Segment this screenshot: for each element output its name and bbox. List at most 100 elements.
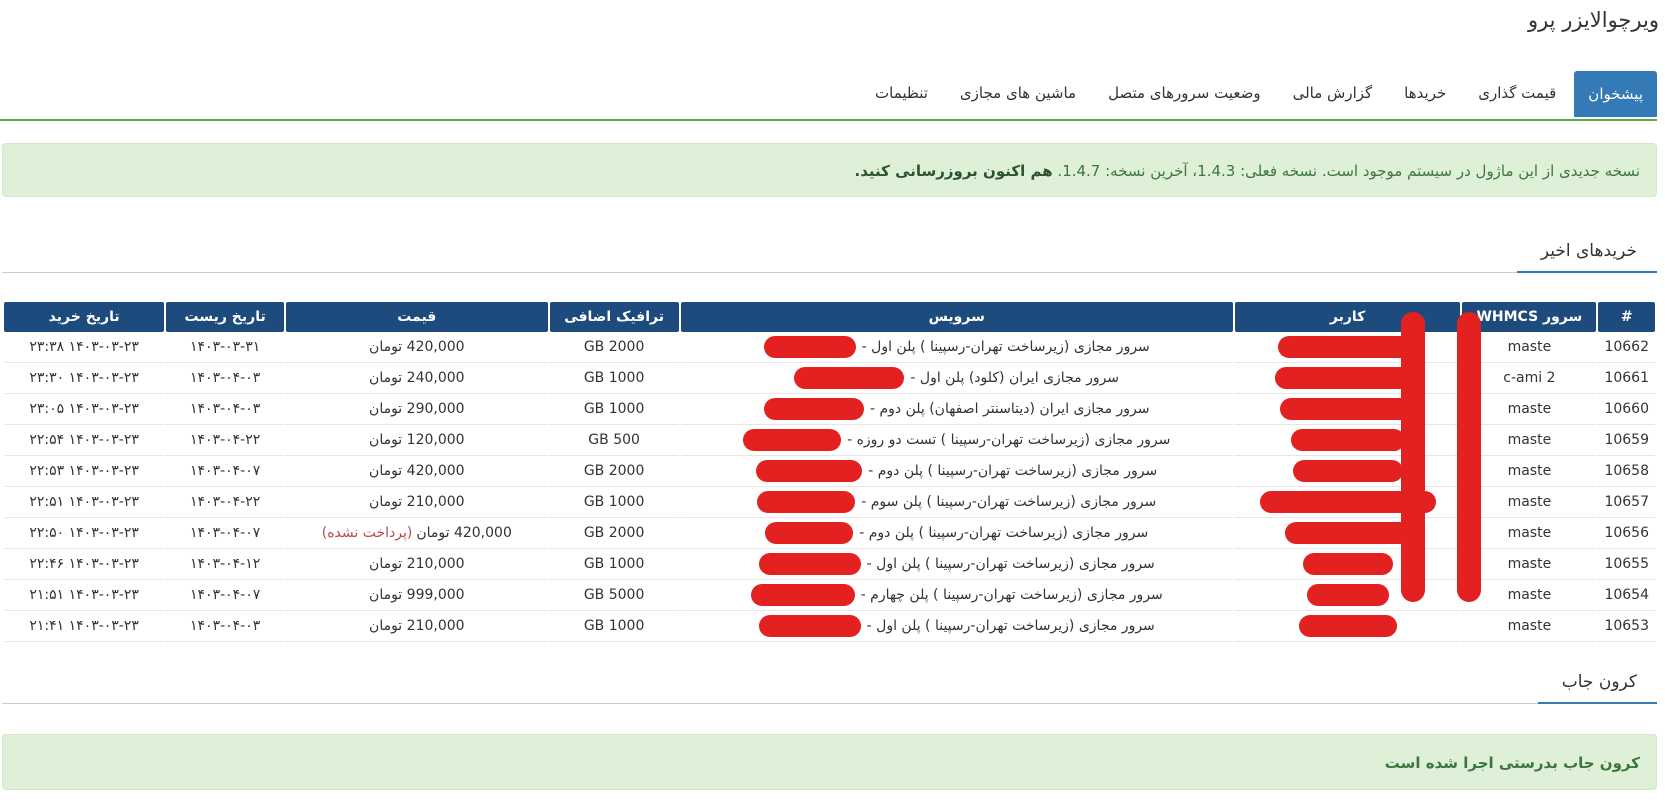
cell-reset-date: ۱۴۰۳-۰۴-۱۲	[166, 549, 284, 580]
cell-reset-date: ۱۴۰۳-۰۴-۰۳	[166, 394, 284, 425]
cell-id: 10654	[1598, 580, 1655, 611]
redacted-hostname	[758, 553, 861, 575]
price-value: 999,000 تومان	[369, 587, 465, 603]
cell-reset-date: ۱۴۰۳-۰۴-۰۷	[166, 518, 284, 549]
main-tabs: پیشخوان قیمت گذاری خریدها گزارش مالی وضع…	[0, 69, 1657, 121]
price-value: 420,000 تومان	[369, 463, 465, 479]
cell-user	[1234, 394, 1461, 425]
service-name: سرور مجازی (زیرساخت تهران-رسپینا ) پلن د…	[868, 463, 1158, 479]
cell-purchase-date: ۱۴۰۳-۰۳-۲۳ ۲۳:۰۵	[4, 394, 165, 425]
cell-purchase-date: ۱۴۰۳-۰۳-۲۳ ۲۱:۴۱	[4, 611, 165, 642]
cell-user	[1234, 611, 1461, 642]
app-root: ویرچوالایزر پرو پیشخوان قیمت گذاری خریده…	[0, 0, 1665, 802]
tab-pricing[interactable]: قیمت گذاری	[1464, 69, 1570, 117]
cell-reset-date: ۱۴۰۳-۰۴-۰۳	[166, 363, 284, 394]
cell-server: c-ami 2	[1462, 363, 1597, 394]
cell-id: 10656	[1598, 518, 1655, 549]
cell-traffic: 1000 GB	[549, 549, 679, 580]
service-name: سرور مجازی (زیرساخت تهران-رسپینا ) پلن ا…	[866, 618, 1155, 634]
cell-id: 10659	[1598, 425, 1655, 456]
recent-purchases-title[interactable]: خریدهای اخیر	[1516, 235, 1657, 273]
redaction-server-left	[1401, 312, 1425, 602]
table-row[interactable]: 10653 maste سرور مجازی (زیرساخت تهران-رسپی…	[4, 611, 1655, 642]
cell-user	[1234, 518, 1461, 549]
update-alert: نسخه جدیدی از این ماژول در سیستم موجود ا…	[2, 143, 1657, 197]
cell-price: 210,000 تومان	[286, 549, 548, 580]
cell-server: maste	[1462, 332, 1597, 363]
cell-reset-date: ۱۴۰۳-۰۴-۲۲	[166, 487, 284, 518]
cron-job-title[interactable]: کرون جاب	[1537, 666, 1657, 704]
recent-purchases-header: خریدهای اخیر	[2, 236, 1657, 273]
col-header-user: کاربر	[1234, 302, 1461, 332]
cell-user	[1234, 332, 1461, 363]
service-name: سرور مجازی ایران (کلود) پلن اول -	[910, 370, 1120, 386]
cell-price: 210,000 تومان	[286, 487, 548, 518]
col-header-id: #	[1598, 302, 1655, 332]
tab-purchases[interactable]: خریدها	[1390, 69, 1460, 117]
cell-service: سرور مجازی (زیرساخت تهران-رسپینا ) پلن ا…	[680, 332, 1233, 363]
cell-server: maste	[1462, 456, 1597, 487]
cell-id: 10653	[1598, 611, 1655, 642]
cell-server: maste	[1462, 394, 1597, 425]
price-value: 210,000 تومان	[369, 618, 465, 634]
cell-id: 10660	[1598, 394, 1655, 425]
cell-reset-date: ۱۴۰۳-۰۴-۰۷	[166, 456, 284, 487]
price-value: 210,000 تومان	[369, 494, 465, 510]
cell-reset-date: ۱۴۰۳-۰۳-۳۱	[166, 332, 284, 363]
redacted-user	[1284, 522, 1411, 544]
cell-purchase-date: ۱۴۰۳-۰۳-۲۳ ۲۳:۳۰	[4, 363, 165, 394]
service-name: سرور مجازی (زیرساخت تهران-رسپینا ) پلن ا…	[861, 339, 1150, 355]
redacted-hostname	[763, 398, 864, 420]
price-value: 210,000 تومان	[369, 556, 465, 572]
cell-traffic: 2000 GB	[549, 456, 679, 487]
tab-financial-report[interactable]: گزارش مالی	[1279, 69, 1387, 117]
cell-price: 420,000 تومان	[286, 456, 548, 487]
redacted-user	[1290, 429, 1405, 451]
cell-traffic: 1000 GB	[549, 611, 679, 642]
cell-price: 420,000 تومان(پرداخت نشده)	[286, 518, 548, 549]
cell-service: سرور مجازی (زیرساخت تهران-رسپینا ) پلن چ…	[680, 580, 1233, 611]
redacted-hostname	[758, 615, 861, 637]
cell-user	[1234, 456, 1461, 487]
cron-status-text: کرون جاب بدرستی اجرا شده است	[1384, 754, 1640, 772]
price-value: 420,000 تومان	[369, 339, 465, 355]
update-alert-text: نسخه جدیدی از این ماژول در سیستم موجود ا…	[1057, 162, 1640, 180]
cell-traffic: 2000 GB	[549, 332, 679, 363]
price-value: 290,000 تومان	[369, 401, 465, 417]
tab-server-status[interactable]: وضعیت سرورهای متصل	[1094, 69, 1275, 117]
cell-server: maste	[1462, 518, 1597, 549]
col-header-purchase-date: تاریخ خرید	[4, 302, 165, 332]
cell-id: 10655	[1598, 549, 1655, 580]
cell-service: سرور مجازی (زیرساخت تهران-رسپینا ) پلن ا…	[680, 611, 1233, 642]
update-now-link[interactable]: هم اکنون بروزرسانی کنید.	[855, 162, 1053, 180]
cell-service: سرور مجازی ایران (کلود) پلن اول -	[680, 363, 1233, 394]
cell-server: maste	[1462, 580, 1597, 611]
price-value: 420,000 تومان	[416, 525, 512, 541]
cell-reset-date: ۱۴۰۳-۰۴-۰۳	[166, 611, 284, 642]
redacted-user	[1302, 553, 1393, 575]
redacted-hostname	[765, 522, 854, 544]
cell-traffic: 500 GB	[549, 425, 679, 456]
cell-price: 420,000 تومان	[286, 332, 548, 363]
tab-dashboard[interactable]: پیشخوان	[1574, 71, 1657, 117]
redacted-hostname	[750, 584, 855, 606]
cell-purchase-date: ۱۴۰۳-۰۳-۲۳ ۲۲:۴۶	[4, 549, 165, 580]
price-value: 240,000 تومان	[369, 370, 465, 386]
cell-service: سرور مجازی (زیرساخت تهران-رسپینا ) پلن س…	[680, 487, 1233, 518]
cell-price: 999,000 تومان	[286, 580, 548, 611]
cell-id: 10657	[1598, 487, 1655, 518]
cell-traffic: 1000 GB	[549, 363, 679, 394]
cell-user	[1234, 363, 1461, 394]
cron-status-alert: کرون جاب بدرستی اجرا شده است	[2, 734, 1657, 790]
col-header-server: سرور WHMCS	[1462, 302, 1597, 332]
unpaid-badge: (پرداخت نشده)	[321, 525, 413, 541]
cell-service: سرور مجازی (زیرساخت تهران-رسپینا ) پلن د…	[680, 456, 1233, 487]
cell-purchase-date: ۱۴۰۳-۰۳-۲۳ ۲۲:۵۳	[4, 456, 165, 487]
cell-purchase-date: ۱۴۰۳-۰۳-۲۳ ۲۱:۵۱	[4, 580, 165, 611]
price-value: 120,000 تومان	[369, 432, 465, 448]
tab-virtual-machines[interactable]: ماشین های مجازی	[946, 69, 1090, 117]
cell-reset-date: ۱۴۰۳-۰۴-۲۲	[166, 425, 284, 456]
cell-traffic: 1000 GB	[549, 487, 679, 518]
tab-settings[interactable]: تنظیمات	[861, 69, 942, 117]
cell-price: 120,000 تومان	[286, 425, 548, 456]
